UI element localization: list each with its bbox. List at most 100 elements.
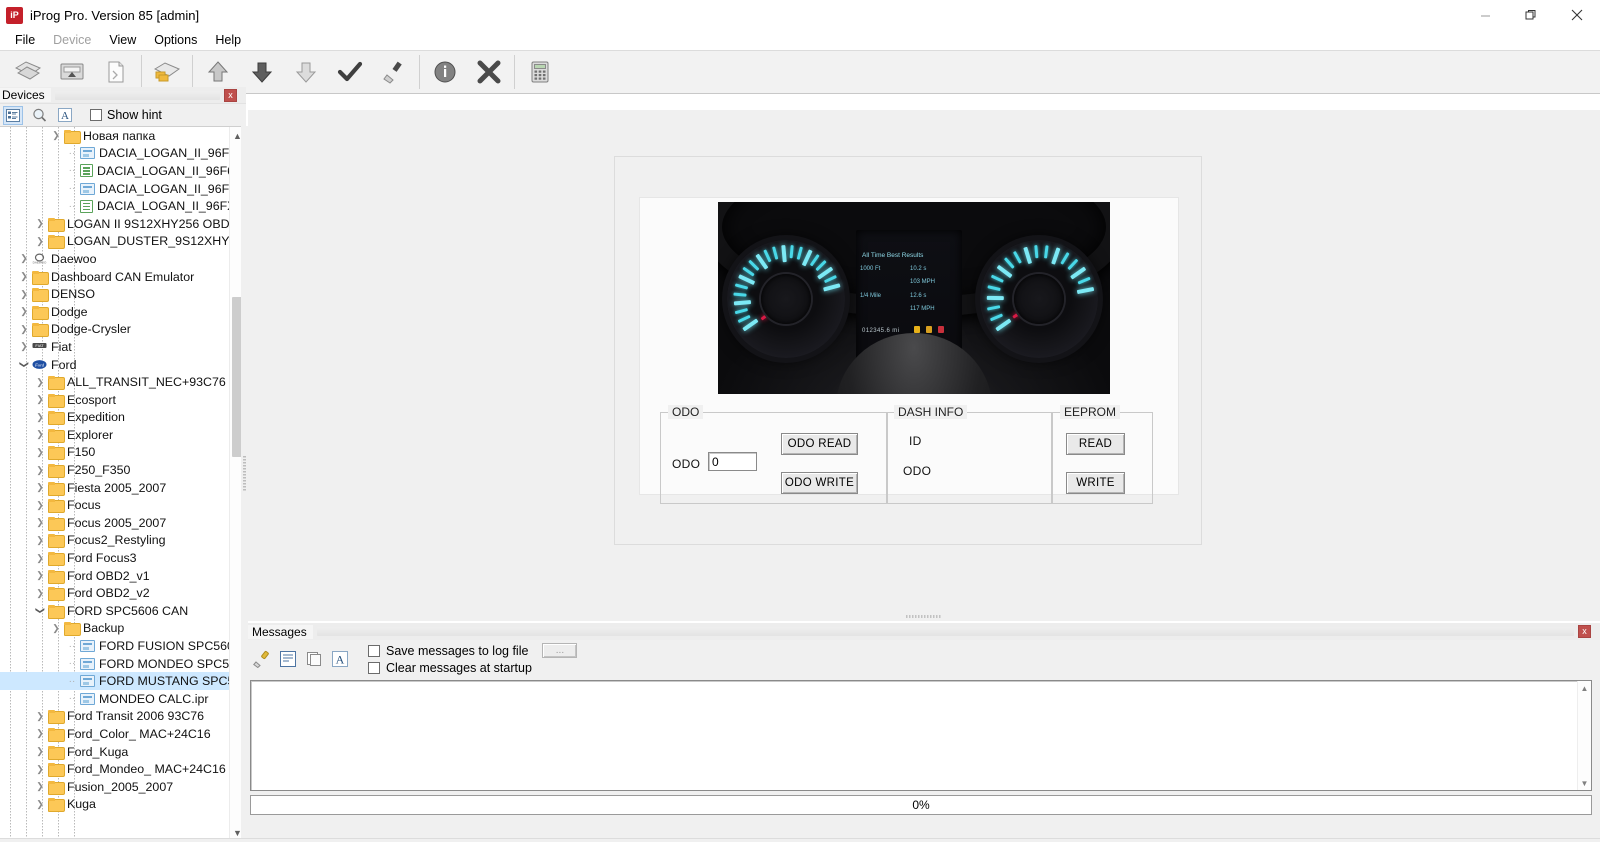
tree-item[interactable]: ❯ Dashboard CAN Emulator [0, 268, 229, 286]
tree-item[interactable]: ·· DACIA_LOGAN_II_96F696 [0, 162, 229, 180]
tree-item[interactable]: ❯ FORD SPC5606 CAN [0, 602, 229, 620]
tree-view-icon[interactable] [3, 105, 23, 125]
chevron-right-icon[interactable]: ❯ [32, 479, 48, 496]
tree-item[interactable]: ❯ Ford_Kuga [0, 743, 229, 761]
tree-item[interactable]: ❯ LOGAN_DUSTER_9S12XHY25 [0, 233, 229, 251]
messages-scroll-down-icon[interactable]: ▼ [1578, 776, 1591, 790]
save-log-checkbox[interactable] [368, 644, 380, 657]
minimize-button[interactable] [1462, 0, 1508, 30]
vertical-splitter[interactable] [241, 126, 248, 842]
chevron-right-icon[interactable]: ❯ [32, 796, 48, 813]
chevron-right-icon[interactable]: ❯ [16, 321, 32, 338]
font-icon[interactable]: A [55, 106, 75, 125]
chevron-right-icon[interactable]: ❯ [32, 743, 48, 760]
tree-item[interactable]: ·· DACIA_LOGAN_II_96FXXX [0, 197, 229, 215]
messages-log-area[interactable]: ▲ ▼ [250, 680, 1592, 791]
chevron-right-icon[interactable]: ❯ [32, 462, 48, 479]
clear-messages-icon[interactable] [252, 649, 272, 669]
tree-item[interactable]: ❯ F250_F350 [0, 461, 229, 479]
chevron-right-icon[interactable]: ❯ [32, 497, 48, 514]
odo-write-button[interactable]: ODO WRITE [781, 472, 858, 494]
tree-item[interactable]: ❯ Focus2_Restyling [0, 532, 229, 550]
tree-item[interactable]: ❯ Explorer [0, 426, 229, 444]
odo-input[interactable] [708, 452, 757, 471]
menu-file[interactable]: File [6, 32, 44, 48]
menu-view[interactable]: View [100, 32, 145, 48]
tree-item[interactable]: ❯ F150 [0, 444, 229, 462]
show-hint-checkbox[interactable] [90, 109, 102, 121]
tree-item[interactable]: ·· FORD FUSION SPC5606S.i [0, 637, 229, 655]
chevron-right-icon[interactable]: ❯ [32, 761, 48, 778]
tree-item[interactable]: ❯ Ford_Mondeo_ MAC+24C16 [0, 760, 229, 778]
chevron-right-icon[interactable]: ❯ [16, 268, 32, 285]
chevron-right-icon[interactable]: ❯ [32, 409, 48, 426]
save-log-option[interactable]: Save messages to log file ... [368, 643, 578, 658]
tree-item[interactable]: ·· MONDEO CALC.ipr [0, 690, 229, 708]
chevron-right-icon[interactable]: ❯ [32, 532, 48, 549]
messages-dock-grip[interactable] [316, 627, 1574, 636]
clear-startup-option[interactable]: Clear messages at startup [368, 661, 577, 675]
messages-scrollbar[interactable]: ▲ ▼ [1577, 681, 1591, 790]
info-icon[interactable] [423, 51, 467, 93]
chevron-right-icon[interactable]: ❯ [16, 250, 32, 267]
search-icon[interactable] [29, 106, 49, 125]
chevron-down-icon[interactable]: ❯ [16, 356, 32, 373]
chevron-right-icon[interactable]: ❯ [32, 708, 48, 725]
tree-item[interactable]: ❯ Fiesta 2005_2007 [0, 479, 229, 497]
close-cross-icon[interactable] [467, 51, 511, 93]
chevron-right-icon[interactable]: ❯ [16, 338, 32, 355]
horizontal-splitter[interactable] [248, 612, 1600, 621]
messages-dock-close-icon[interactable]: x [1578, 625, 1591, 638]
tree-item[interactable]: ❯ DENSO [0, 285, 229, 303]
chevron-right-icon[interactable]: ❯ [32, 585, 48, 602]
tree-item[interactable]: ❯ Focus [0, 496, 229, 514]
chevron-right-icon[interactable]: ❯ [16, 303, 32, 320]
browse-log-path-button[interactable]: ... [542, 643, 578, 658]
tree-item[interactable]: ❯ LOGAN II 9S12XHY256 OBD2 [0, 215, 229, 233]
tree-item-selected[interactable]: ·· FORD MUSTANG SPC5606 [0, 672, 229, 690]
chevron-right-icon[interactable]: ❯ [32, 725, 48, 742]
tree-item[interactable]: ❯ FIAT Fiat [0, 338, 229, 356]
arrow-down-dark-icon[interactable] [240, 51, 284, 93]
clear-startup-checkbox[interactable] [368, 662, 380, 674]
chevron-right-icon[interactable]: ❯ [32, 374, 48, 391]
maximize-restore-button[interactable] [1508, 0, 1554, 30]
show-hint-control[interactable]: Show hint [90, 108, 162, 122]
tree-item[interactable]: ❯ Dodge [0, 303, 229, 321]
tree-item[interactable]: ❯ Новая папка [0, 127, 229, 145]
tree-item[interactable]: ❯ Ecosport [0, 391, 229, 409]
tree-item[interactable]: ·· DACIA_LOGAN_II_96F696 [0, 145, 229, 163]
tree-item[interactable]: ❯ Dodge-Crysler [0, 321, 229, 339]
chevron-right-icon[interactable]: ❯ [32, 567, 48, 584]
check-icon[interactable] [328, 51, 372, 93]
eeprom-read-button[interactable]: READ [1066, 433, 1125, 455]
tree-item[interactable]: ❯ Ford Ford [0, 356, 229, 374]
chevron-right-icon[interactable]: ❯ [32, 391, 48, 408]
tree-item[interactable]: ·· DACIA_LOGAN_II_96FXXX [0, 180, 229, 198]
chevron-right-icon[interactable]: ❯ [48, 127, 64, 144]
tree-item[interactable]: ❯ ALL_TRANSIT_NEC+93C76 [0, 373, 229, 391]
odo-read-button[interactable]: ODO READ [781, 433, 858, 455]
menu-options[interactable]: Options [145, 32, 206, 48]
device-tree[interactable]: ❯ Новая папка ·· DACIA_LOGAN_II_96F696 ·· DAC… [0, 126, 246, 842]
tree-item[interactable]: ❯ Ford OBD2_v2 [0, 584, 229, 602]
close-button[interactable] [1554, 0, 1600, 30]
eeprom-write-button[interactable]: WRITE [1066, 472, 1125, 494]
chevron-right-icon[interactable]: ❯ [32, 514, 48, 531]
chevron-right-icon[interactable]: ❯ [16, 286, 32, 303]
tree-item[interactable]: ❯ Backup [0, 620, 229, 638]
tree-item[interactable]: ·· FORD MONDEO SPC5606 [0, 655, 229, 673]
tree-item[interactable]: ❯ Ford_Color_ MAC+24C16 [0, 725, 229, 743]
tree-item[interactable]: ❯ Ford Focus3 [0, 549, 229, 567]
font-messages-icon[interactable]: A [330, 649, 350, 669]
arrow-down-light-icon[interactable] [284, 51, 328, 93]
messages-scroll-up-icon[interactable]: ▲ [1578, 681, 1591, 695]
tree-item[interactable]: ❯ Ford Transit 2006 93C76 [0, 708, 229, 726]
devices-dock-grip[interactable] [54, 90, 220, 100]
chevron-down-icon[interactable]: ❯ [32, 602, 48, 619]
tree-item[interactable]: ❯ Kuga [0, 796, 229, 814]
tree-item[interactable]: ❯ Focus 2005_2007 [0, 514, 229, 532]
chevron-right-icon[interactable]: ❯ [32, 778, 48, 795]
chevron-right-icon[interactable]: ❯ [32, 426, 48, 443]
tree-item[interactable]: ❯ Expedition [0, 409, 229, 427]
